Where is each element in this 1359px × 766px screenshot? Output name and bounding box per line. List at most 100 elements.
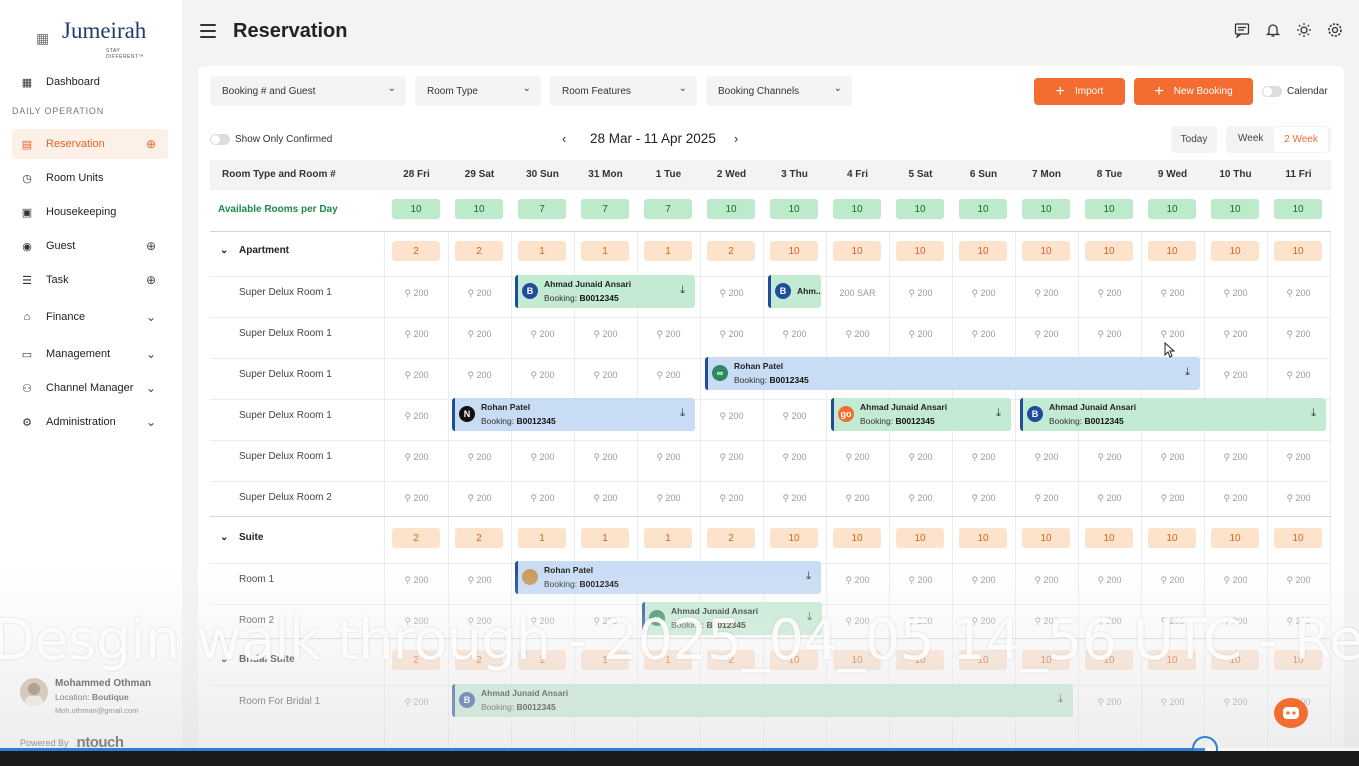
add-circle-icon[interactable]: ⊕ [144, 137, 158, 151]
sidebar-item-administration[interactable]: ⚙ Administration ⌄ [12, 407, 168, 437]
price-cell[interactable]: ⚲ 200 [1015, 288, 1078, 299]
price-cell[interactable]: ⚲ 200 [574, 452, 637, 463]
price-cell[interactable]: ⚲ 200 [1267, 370, 1330, 381]
price-cell[interactable]: ⚲ 200 [448, 288, 511, 299]
price-cell[interactable]: ⚲ 200 [511, 370, 574, 381]
two-week-view-tab[interactable]: 2 Week [1274, 127, 1328, 152]
booking-block[interactable]: B Ahmad Junaid Ansari Booking: B0012345 ⤓ [515, 275, 695, 308]
price-cell[interactable]: ⚲ 200 [574, 329, 637, 340]
chevron-down-icon[interactable]: ⌄ [144, 347, 158, 361]
group-collapse-chevron-icon[interactable]: ⌄ [220, 245, 228, 256]
price-cell[interactable]: ⚲ 200 [700, 411, 763, 422]
download-icon[interactable]: ⤓ [680, 407, 685, 420]
price-cell[interactable]: ⚲ 200 [448, 370, 511, 381]
price-cell[interactable]: ⚲ 200 [1141, 452, 1204, 463]
chatbot-icon[interactable] [1274, 698, 1308, 728]
price-cell[interactable]: ⚲ 200 [889, 575, 952, 586]
price-cell[interactable]: ⚲ 200 [385, 452, 448, 463]
price-cell[interactable]: ⚲ 200 [889, 493, 952, 504]
price-cell[interactable]: ⚲ 200 [1078, 329, 1141, 340]
group-collapse-chevron-icon[interactable]: ⌄ [220, 532, 228, 543]
price-cell[interactable]: ⚲ 200 [1141, 493, 1204, 504]
price-cell[interactable]: ⚲ 200 [700, 493, 763, 504]
bell-icon[interactable] [1265, 22, 1281, 42]
price-cell[interactable]: ⚲ 200 [385, 493, 448, 504]
price-cell[interactable]: ⚲ 200 [1267, 575, 1330, 586]
price-cell[interactable]: ⚲ 200 [1267, 452, 1330, 463]
filter-room-features[interactable]: Room Features ⌄ [550, 76, 697, 106]
filter-room-type[interactable]: Room Type ⌄ [415, 76, 541, 106]
price-cell[interactable]: ⚲ 200 [1204, 329, 1267, 340]
prev-range-icon[interactable]: ‹ [562, 131, 566, 146]
room-label[interactable]: Room For Bridal 1 [239, 696, 320, 707]
jumeirah-logo[interactable]: ▦ Jumeirah STAY DIFFERENT™ [36, 16, 156, 60]
add-circle-icon[interactable]: ⊕ [144, 239, 158, 253]
price-cell[interactable]: ⚲ 200 [637, 493, 700, 504]
download-icon[interactable]: ⤓ [996, 407, 1001, 420]
price-cell[interactable]: ⚲ 200 [637, 329, 700, 340]
sidebar-item-finance[interactable]: ⌂ Finance ⌄ [12, 302, 168, 332]
sidebar-item-housekeeping[interactable]: ▣ Housekeeping [12, 197, 168, 227]
price-cell[interactable]: ⚲ 200 [574, 493, 637, 504]
price-cell[interactable]: ⚲ 200 [889, 288, 952, 299]
add-circle-icon[interactable]: ⊕ [144, 273, 158, 287]
sidebar-item-dashboard[interactable]: ▦ Dashboard [12, 67, 168, 97]
room-label[interactable]: Super Delux Room 1 [239, 451, 332, 462]
price-cell[interactable]: ⚲ 200 [1078, 288, 1141, 299]
price-cell[interactable]: ⚲ 200 [1204, 697, 1267, 708]
booking-block[interactable]: B Ahmad Junaid Ansari Booking: B0012345 ⤓ [1020, 398, 1326, 431]
filter-booking-channels[interactable]: Booking Channels ⌄ [706, 76, 852, 106]
price-cell[interactable]: ⚲ 200 [700, 288, 763, 299]
messages-icon[interactable] [1234, 22, 1250, 42]
price-cell[interactable]: ⚲ 200 [385, 575, 448, 586]
booking-block[interactable]: Rohan Patel Booking: B0012345 ⤓ [515, 561, 821, 594]
filter-booking-guest[interactable]: Booking # and Guest ⌄ [210, 76, 406, 106]
download-icon[interactable]: ⤓ [1311, 407, 1316, 420]
price-cell[interactable]: ⚲ 200 [511, 452, 574, 463]
group-label-suite[interactable]: Suite [239, 532, 263, 543]
chevron-down-icon[interactable]: ⌄ [144, 310, 158, 324]
booking-block[interactable]: go Ahmad Junaid Ansari Booking: B0012345 ⤓ [831, 398, 1011, 431]
price-cell[interactable]: ⚲ 200 [952, 575, 1015, 586]
price-cell[interactable]: ⚲ 200 [448, 575, 511, 586]
sidebar-item-management[interactable]: ▭ Management ⌄ [12, 339, 168, 369]
price-cell[interactable]: ⚲ 200 [1267, 288, 1330, 299]
price-cell[interactable]: ⚲ 200 [385, 411, 448, 422]
price-cell[interactable]: ⚲ 200 [763, 329, 826, 340]
price-cell[interactable]: ⚲ 200 [1204, 493, 1267, 504]
price-cell[interactable]: ⚲ 200 [700, 452, 763, 463]
price-cell[interactable]: ⚲ 200 [385, 329, 448, 340]
sidebar-item-reservation[interactable]: ▤ Reservation ⊕ [12, 129, 168, 159]
price-cell[interactable]: ⚲ 200 [1015, 452, 1078, 463]
download-icon[interactable]: ⤓ [806, 570, 811, 583]
user-profile[interactable]: Mohammed Othman Location: Boutique Moh.o… [20, 676, 180, 720]
download-icon[interactable]: ⤓ [1058, 693, 1063, 706]
group-label-apartment[interactable]: Apartment [239, 245, 289, 256]
price-cell[interactable]: ⚲ 200 [889, 329, 952, 340]
price-cell[interactable]: ⚲ 200 [1078, 575, 1141, 586]
sidebar-item-room-units[interactable]: ◷ Room Units [12, 163, 168, 193]
booking-block[interactable]: B Ahmad Junaid Ansari Booking: B0012345 ⤓ [452, 684, 1073, 717]
price-cell[interactable]: ⚲ 200 [700, 329, 763, 340]
price-cell[interactable]: ⚲ 200 [1267, 329, 1330, 340]
next-range-icon[interactable]: › [734, 131, 738, 146]
price-cell[interactable]: ⚲ 200 [385, 288, 448, 299]
price-cell[interactable]: ⚲ 200 [1078, 493, 1141, 504]
sidebar-item-task[interactable]: ☰ Task ⊕ [12, 265, 168, 295]
price-cell[interactable]: ⚲ 200 [952, 329, 1015, 340]
price-cell[interactable]: ⚲ 200 [1204, 288, 1267, 299]
price-cell[interactable]: ⚲ 200 [952, 288, 1015, 299]
price-cell[interactable]: ⚲ 200 [511, 493, 574, 504]
chevron-down-icon[interactable]: ⌄ [144, 381, 158, 395]
price-cell[interactable]: ⚲ 200 [1141, 329, 1204, 340]
price-cell[interactable]: ⚲ 200 [1141, 697, 1204, 708]
price-cell[interactable]: ⚲ 200 [763, 411, 826, 422]
price-cell[interactable]: ⚲ 200 [826, 493, 889, 504]
price-cell[interactable]: ⚲ 200 [1078, 452, 1141, 463]
settings-gear-icon[interactable] [1327, 22, 1343, 42]
room-label[interactable]: Super Delux Room 1 [239, 328, 332, 339]
price-cell[interactable]: ⚲ 200 [889, 452, 952, 463]
price-cell[interactable]: ⚲ 200 [1078, 697, 1141, 708]
room-label[interactable]: Super Delux Room 1 [239, 410, 332, 421]
week-view-tab[interactable]: Week [1238, 133, 1263, 144]
